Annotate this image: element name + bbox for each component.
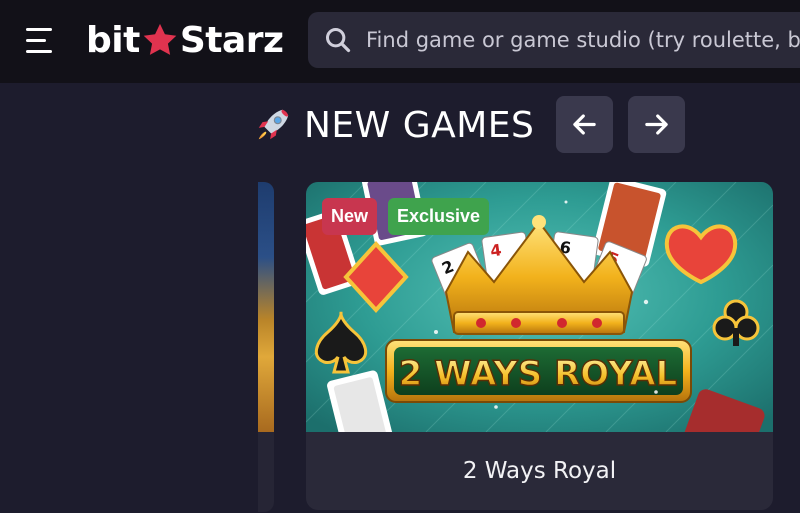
carousel-next-button[interactable] — [628, 96, 685, 153]
search-bar[interactable] — [308, 12, 800, 68]
carousel-prev-button[interactable] — [556, 96, 613, 153]
previous-game-card[interactable] — [258, 182, 274, 512]
exclusive-badge: Exclusive — [388, 198, 490, 235]
game-thumbnail[interactable]: 2 4 6 5 2 WAYS ROYAL — [306, 182, 773, 432]
game-card[interactable]: 2 4 6 5 2 WAYS ROYAL — [306, 182, 773, 510]
new-games-section-header: NEW GAMES — [254, 96, 534, 154]
search-input[interactable] — [366, 12, 800, 68]
bitstarz-logo[interactable]: bit Starz — [86, 17, 284, 63]
rocket-icon — [258, 109, 289, 140]
game-title[interactable]: 2 Ways Royal — [306, 432, 773, 510]
section-title: NEW GAMES — [304, 104, 535, 146]
star-icon — [143, 23, 177, 55]
arrow-right-icon — [645, 114, 668, 135]
menu-line-3 — [26, 50, 52, 53]
previous-game-thumbnail — [258, 182, 274, 432]
arrow-left-icon — [573, 114, 596, 135]
page: bit Starz NEW GAMES — [0, 0, 800, 513]
menu-line-2 — [26, 39, 46, 42]
svg-text:2 WAYS ROYAL: 2 WAYS ROYAL — [399, 354, 678, 394]
search-icon — [325, 27, 351, 53]
hamburger-menu-button[interactable] — [20, 22, 60, 60]
logo-text-starz: Starz — [179, 19, 284, 61]
menu-line-1 — [26, 28, 52, 31]
top-header: bit Starz — [0, 0, 800, 83]
logo-text-bit: bit — [86, 19, 140, 61]
new-badge: New — [322, 198, 378, 235]
